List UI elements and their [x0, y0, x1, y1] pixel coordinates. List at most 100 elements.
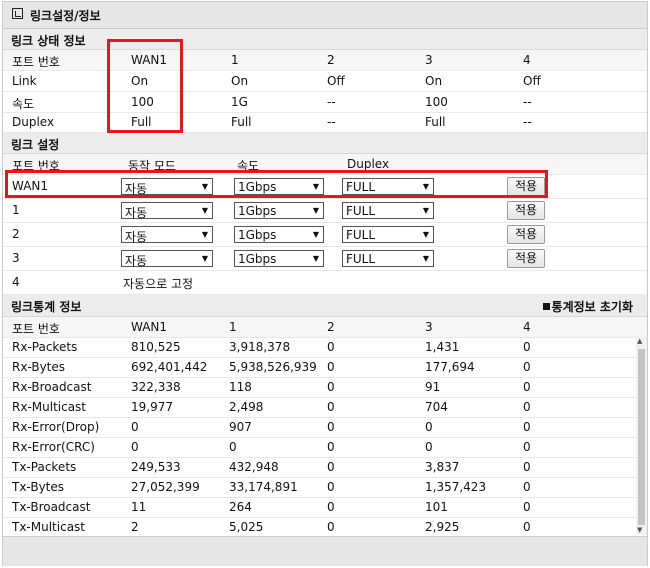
duplex-value: FULL: [346, 180, 376, 194]
apply-button[interactable]: 적용: [507, 201, 545, 220]
stats-cell: 0: [523, 460, 531, 474]
stats-cell: 0: [425, 420, 433, 434]
apply-button[interactable]: 적용: [507, 225, 545, 244]
stats-cell: 2,498: [229, 400, 264, 414]
speed-value: 1Gbps: [238, 180, 277, 194]
stats-scrollbar[interactable]: ▲ ▼: [636, 335, 647, 535]
stats-cell: 11: [131, 500, 147, 514]
stats-cell: 692,401,442: [131, 360, 208, 374]
stats-cell: 0: [523, 500, 531, 514]
stats-label: Rx-Broadcast: [12, 380, 92, 394]
speed-select[interactable]: 1Gbps ▼: [234, 226, 324, 243]
dropdown-arrow-icon: ▼: [422, 182, 429, 191]
link-status-title: 링크 상태 정보: [11, 34, 86, 48]
status-cell: On: [231, 74, 249, 88]
scroll-down-icon[interactable]: ▼: [637, 526, 642, 534]
mode-value: 자동: [125, 182, 148, 196]
status-row-link: Link On On Off On Off: [3, 71, 647, 92]
stats-cell: 19,977: [131, 400, 173, 414]
stats-cell: 0: [523, 340, 531, 354]
duplex-select[interactable]: FULL ▼: [342, 202, 434, 219]
fixed-auto-text: 자동으로 고정: [123, 277, 194, 291]
link-settings-header-row: 포트 번호 동작 모드 속도 Duplex: [3, 154, 647, 175]
mode-select[interactable]: 자동 ▼: [121, 226, 213, 244]
settings-row-3: 3 자동 ▼ 1Gbps ▼ FULL ▼ 적용: [3, 247, 647, 271]
status-label: Duplex: [12, 115, 55, 129]
stats-cell: 5,025: [229, 520, 264, 534]
link-settings-title: 링크 설정: [11, 138, 60, 152]
status-cell: On: [425, 74, 443, 88]
apply-button[interactable]: 적용: [507, 249, 545, 268]
duplex-select[interactable]: FULL ▼: [342, 178, 434, 195]
stats-cell: 1,431: [425, 340, 460, 354]
stats-cell: 0: [327, 500, 335, 514]
stats-cell: 0: [327, 400, 335, 414]
dropdown-arrow-icon: ▼: [422, 254, 429, 263]
stats-cell: 0: [523, 420, 531, 434]
mode-select[interactable]: 자동 ▼: [121, 250, 213, 268]
stats-cell: 0: [327, 520, 335, 534]
col-wan1: WAN1: [131, 53, 168, 67]
col-port-2: 2: [327, 53, 335, 67]
stats-cell: 177,694: [425, 360, 475, 374]
reset-stats-button[interactable]: 통계정보 초기화: [542, 298, 633, 315]
stats-cell: 0: [327, 460, 335, 474]
stats-cell: 27,052,399: [131, 480, 200, 494]
stats-row: Rx-Error(Drop) 0 907 0 0 0: [3, 417, 636, 438]
stats-cell: 91: [425, 380, 441, 394]
dropdown-arrow-icon: ▼: [201, 182, 208, 191]
stats-cell: 0: [523, 520, 531, 534]
stats-cell: 1,357,423: [425, 480, 487, 494]
col-port: 포트 번호: [12, 159, 60, 173]
stats-row: Tx-Multicast 2 5,025 0 2,925 0: [3, 517, 636, 538]
stats-row: Tx-Bytes 27,052,399 33,174,891 0 1,357,423 0: [3, 477, 636, 498]
mode-select[interactable]: 자동 ▼: [121, 202, 213, 220]
dropdown-arrow-icon: ▼: [201, 254, 208, 263]
stats-cell: 2,925: [425, 520, 460, 534]
col-wan1: WAN1: [131, 320, 168, 334]
apply-button[interactable]: 적용: [507, 177, 545, 196]
window-restore-icon[interactable]: [12, 8, 23, 19]
speed-select[interactable]: 1Gbps ▼: [234, 202, 324, 219]
stats-cell: 432,948: [229, 460, 279, 474]
duplex-select[interactable]: FULL ▼: [342, 250, 434, 267]
status-cell: Off: [327, 74, 345, 88]
settings-row-4: 4 자동으로 고정: [3, 271, 647, 295]
settings-port-label: WAN1: [12, 179, 49, 193]
stats-cell: 0: [327, 440, 335, 454]
stats-row: Tx-Broadcast 11 264 0 101 0: [3, 497, 636, 518]
speed-select[interactable]: 1Gbps ▼: [234, 250, 324, 267]
scroll-up-icon[interactable]: ▲: [637, 337, 642, 345]
stats-label: Rx-Error(CRC): [12, 440, 95, 454]
stats-cell: 249,533: [131, 460, 181, 474]
speed-value: 1Gbps: [238, 204, 277, 218]
status-cell: On: [131, 74, 149, 88]
stats-label: Rx-Bytes: [12, 360, 66, 374]
duplex-select[interactable]: FULL ▼: [342, 226, 434, 243]
col-port-2: 2: [327, 320, 335, 334]
dropdown-arrow-icon: ▼: [422, 206, 429, 215]
status-cell: Full: [425, 115, 446, 129]
settings-port-label: 1: [12, 203, 20, 217]
stats-row: Rx-Multicast 19,977 2,498 0 704 0: [3, 397, 636, 418]
scrollbar-thumb[interactable]: [638, 349, 645, 525]
link-stats-title: 링크통계 정보: [11, 300, 82, 314]
link-status-section-header: 링크 상태 정보: [3, 29, 647, 50]
stats-cell: 0: [327, 340, 335, 354]
stats-cell: 0: [523, 400, 531, 414]
dropdown-arrow-icon: ▼: [312, 206, 319, 215]
settings-port-label: 2: [12, 227, 20, 241]
settings-row-1: 1 자동 ▼ 1Gbps ▼ FULL ▼ 적용: [3, 199, 647, 223]
col-port-3: 3: [425, 53, 433, 67]
col-mode: 동작 모드: [128, 159, 176, 173]
mode-select[interactable]: 자동 ▼: [121, 178, 213, 196]
dropdown-arrow-icon: ▼: [312, 254, 319, 263]
dropdown-arrow-icon: ▼: [201, 230, 208, 239]
stats-cell: 0: [327, 360, 335, 374]
stats-cell: 264: [229, 500, 252, 514]
speed-value: 1Gbps: [238, 252, 277, 266]
speed-select[interactable]: 1Gbps ▼: [234, 178, 324, 195]
panel-title: 링크설정/정보: [30, 9, 101, 23]
duplex-value: FULL: [346, 252, 376, 266]
stats-row: Rx-Error(CRC) 0 0 0 0 0: [3, 437, 636, 458]
